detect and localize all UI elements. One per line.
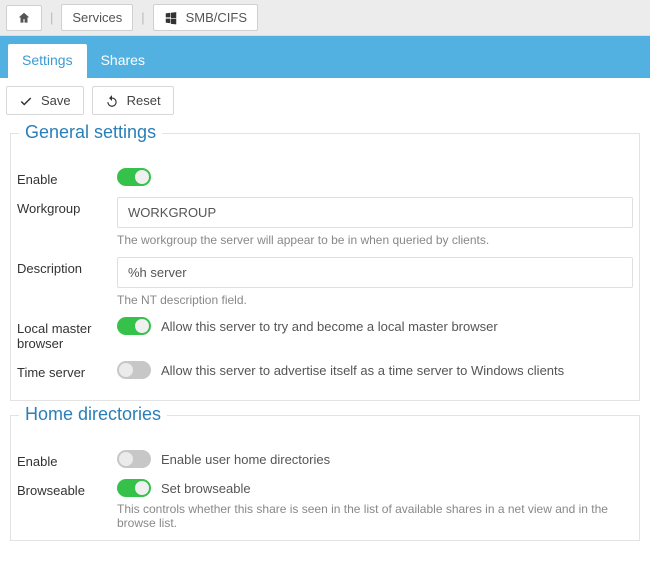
label-workgroup: Workgroup — [17, 197, 117, 216]
side-local-master: Allow this server to try and become a lo… — [161, 319, 498, 334]
row-workgroup: Workgroup The workgroup the server will … — [17, 197, 633, 247]
row-time-server: Time server Allow this server to adverti… — [17, 361, 633, 380]
group-title-homedirs: Home directories — [19, 404, 167, 425]
toolbar: Save Reset — [0, 78, 650, 123]
breadcrumb-smb[interactable]: SMB/CIFS — [153, 4, 258, 31]
label-browseable: Browseable — [17, 479, 117, 498]
side-browseable: Set browseable — [161, 481, 251, 496]
row-browseable: Browseable Set browseable This controls … — [17, 479, 633, 530]
row-enable: Enable — [17, 168, 633, 187]
save-button[interactable]: Save — [6, 86, 84, 115]
side-time-server: Allow this server to advertise itself as… — [161, 363, 564, 378]
save-button-label: Save — [41, 93, 71, 108]
label-time-server: Time server — [17, 361, 117, 380]
group-title-general: General settings — [19, 122, 162, 143]
refresh-icon — [105, 94, 119, 108]
tab-settings-label: Settings — [22, 52, 73, 68]
toggle-homedirs-enable[interactable] — [117, 450, 151, 468]
row-description: Description The NT description field. — [17, 257, 633, 307]
label-enable: Enable — [17, 168, 117, 187]
tab-bar: Settings Shares — [0, 36, 650, 78]
breadcrumb: | Services | SMB/CIFS — [0, 0, 650, 36]
breadcrumb-smb-label: SMB/CIFS — [186, 10, 247, 25]
home-icon — [17, 11, 31, 25]
toggle-time-server[interactable] — [117, 361, 151, 379]
label-local-master: Local master browser — [17, 317, 117, 351]
breadcrumb-services-label: Services — [72, 10, 122, 25]
input-workgroup[interactable] — [117, 197, 633, 228]
row-local-master: Local master browser Allow this server t… — [17, 317, 633, 351]
reset-button[interactable]: Reset — [92, 86, 174, 115]
tab-shares-label: Shares — [101, 52, 145, 68]
breadcrumb-services[interactable]: Services — [61, 4, 133, 31]
hint-workgroup: The workgroup the server will appear to … — [117, 233, 633, 247]
row-homedirs-enable: Enable Enable user home directories — [17, 450, 633, 469]
side-homedirs-enable: Enable user home directories — [161, 452, 330, 467]
home-button[interactable] — [6, 5, 42, 31]
toggle-enable[interactable] — [117, 168, 151, 186]
toggle-browseable[interactable] — [117, 479, 151, 497]
breadcrumb-separator: | — [139, 10, 146, 25]
group-home-directories: Home directories Enable Enable user home… — [10, 415, 640, 541]
toggle-local-master[interactable] — [117, 317, 151, 335]
group-general-settings: General settings Enable Workgroup The wo… — [10, 133, 640, 401]
reset-button-label: Reset — [127, 93, 161, 108]
label-homedirs-enable: Enable — [17, 450, 117, 469]
tab-settings[interactable]: Settings — [8, 44, 87, 78]
hint-browseable: This controls whether this share is seen… — [117, 502, 633, 530]
breadcrumb-separator: | — [48, 10, 55, 25]
check-icon — [19, 94, 33, 108]
tab-shares[interactable]: Shares — [87, 44, 159, 78]
hint-description: The NT description field. — [117, 293, 633, 307]
label-description: Description — [17, 257, 117, 276]
input-description[interactable] — [117, 257, 633, 288]
windows-icon — [164, 11, 178, 25]
